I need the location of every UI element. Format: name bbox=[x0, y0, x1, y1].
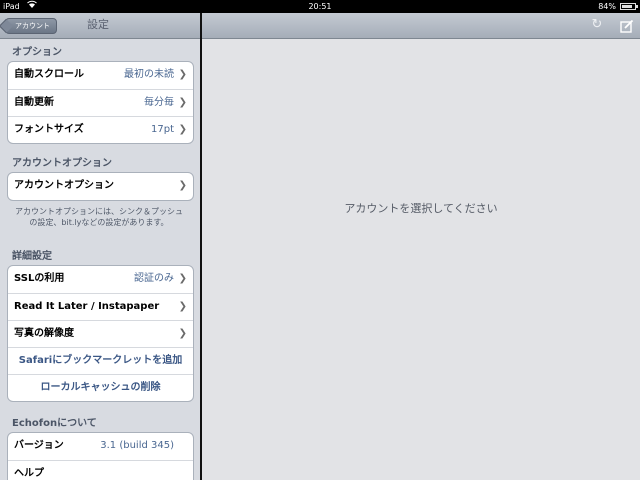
section-header-about: Echofonについて bbox=[12, 418, 97, 429]
settings-pane: アカウント 設定 オプション 自動スクロール 最初の未読 ❯ 自動更新 毎分毎 … bbox=[0, 13, 200, 480]
row-label: Safariにブックマークレットを追加 bbox=[18, 355, 183, 366]
ssl-row[interactable]: SSLの利用 認証のみ ❯ bbox=[8, 266, 193, 293]
detail-pane: ↻ アカウントを選択してください bbox=[202, 13, 640, 480]
chevron-right-icon: ❯ bbox=[178, 124, 187, 135]
add-bookmarklet-button[interactable]: Safariにブックマークレットを追加 bbox=[8, 347, 193, 374]
row-label: SSLの利用 bbox=[14, 273, 65, 284]
row-value: 17pt bbox=[151, 124, 174, 135]
section-header-account-options: アカウントオプション bbox=[12, 158, 112, 169]
version-row: バージョン 3.1 (build 345) bbox=[8, 433, 193, 460]
account-options-group: アカウントオプション ❯ bbox=[7, 172, 194, 201]
row-value: 3.1 (build 345) bbox=[100, 440, 174, 451]
status-time: 20:51 bbox=[308, 2, 332, 11]
chevron-right-icon: ❯ bbox=[178, 328, 187, 339]
chevron-right-icon: ❯ bbox=[178, 301, 187, 312]
font-size-row[interactable]: フォントサイズ 17pt ❯ bbox=[8, 116, 193, 143]
battery-icon bbox=[620, 3, 638, 10]
row-value: 最初の未読 bbox=[124, 69, 174, 80]
read-it-later-row[interactable]: Read It Later / Instapaper ❯ bbox=[8, 293, 193, 320]
section-header-options: オプション bbox=[12, 47, 62, 58]
about-group: バージョン 3.1 (build 345) ヘルプ bbox=[7, 432, 194, 480]
row-label: 自動スクロール bbox=[14, 69, 84, 80]
row-value: 毎分毎 bbox=[144, 97, 174, 108]
advanced-group: SSLの利用 認証のみ ❯ Read It Later / Instapaper… bbox=[7, 265, 194, 402]
row-value: 認証のみ bbox=[134, 273, 174, 284]
row-label: Read It Later / Instapaper bbox=[14, 301, 160, 312]
help-row[interactable]: ヘルプ bbox=[8, 460, 193, 480]
account-options-footnote: アカウントオプションには、シンク＆プッシュの設定、bit.lyなどの設定がありま… bbox=[15, 207, 183, 227]
select-account-message: アカウントを選択してください bbox=[344, 202, 498, 215]
row-label: アカウントオプション bbox=[14, 180, 114, 191]
auto-refresh-row[interactable]: 自動更新 毎分毎 ❯ bbox=[8, 89, 193, 116]
battery-percentage: 84% bbox=[598, 2, 616, 11]
section-header-advanced: 詳細設定 bbox=[12, 251, 52, 262]
status-bar: iPad 20:51 84% bbox=[0, 0, 640, 13]
compose-icon[interactable] bbox=[620, 18, 634, 33]
refresh-icon[interactable]: ↻ bbox=[590, 18, 604, 32]
row-label: フォントサイズ bbox=[14, 124, 84, 135]
chevron-right-icon: ❯ bbox=[178, 273, 187, 284]
page-title: 設定 bbox=[87, 18, 109, 31]
row-label: 自動更新 bbox=[14, 97, 54, 108]
clear-cache-button[interactable]: ローカルキャッシュの削除 bbox=[8, 374, 193, 401]
account-options-row[interactable]: アカウントオプション ❯ bbox=[8, 173, 193, 200]
options-group: 自動スクロール 最初の未読 ❯ 自動更新 毎分毎 ❯ フォントサイズ 17pt … bbox=[7, 61, 194, 144]
back-button-label: アカウント bbox=[15, 22, 50, 30]
chevron-right-icon: ❯ bbox=[178, 180, 187, 191]
row-label: バージョン bbox=[14, 440, 64, 451]
detail-nav-bar: ↻ bbox=[202, 13, 640, 39]
chevron-right-icon: ❯ bbox=[178, 69, 187, 80]
row-label: ヘルプ bbox=[14, 468, 44, 479]
photo-resolution-row[interactable]: 写真の解像度 ❯ bbox=[8, 320, 193, 347]
chevron-right-icon: ❯ bbox=[178, 97, 187, 108]
row-label: ローカルキャッシュの削除 bbox=[40, 382, 161, 393]
settings-nav-bar: アカウント 設定 bbox=[0, 13, 200, 39]
auto-scroll-row[interactable]: 自動スクロール 最初の未読 ❯ bbox=[8, 62, 193, 89]
row-label: 写真の解像度 bbox=[14, 328, 74, 339]
back-button[interactable]: アカウント bbox=[5, 18, 57, 34]
